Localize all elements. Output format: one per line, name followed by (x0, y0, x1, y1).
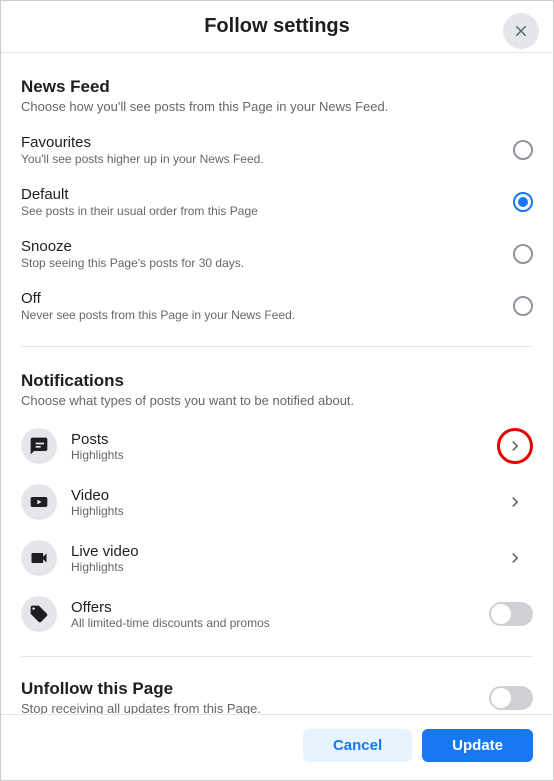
notifications-section: Notifications Choose what types of posts… (21, 347, 533, 657)
news-feed-section: News Feed Choose how you'll see posts fr… (21, 53, 533, 347)
radio-indicator (513, 244, 533, 264)
chevron-right-icon (505, 548, 525, 568)
radio-title: Default (21, 186, 513, 203)
chevron-right-highlighted[interactable] (497, 428, 533, 464)
unfollow-subtitle: Stop receiving all updates from this Pag… (21, 701, 261, 714)
chevron-right-icon (505, 492, 525, 512)
chevron-right[interactable] (497, 540, 533, 576)
notification-item-video[interactable]: Video Highlights (21, 474, 533, 530)
radio-option-favourites[interactable]: Favourites You'll see posts higher up in… (21, 124, 533, 176)
update-button[interactable]: Update (422, 729, 533, 762)
radio-indicator (513, 140, 533, 160)
cancel-button[interactable]: Cancel (303, 729, 412, 762)
radio-desc: See posts in their usual order from this… (21, 204, 513, 218)
news-feed-title: News Feed (21, 77, 533, 97)
chevron-right-icon (505, 436, 525, 456)
radio-title: Snooze (21, 238, 513, 255)
notif-sub: Highlights (71, 448, 497, 462)
notif-title: Video (71, 487, 497, 504)
notif-sub: All limited-time discounts and promos (71, 616, 489, 630)
close-icon (512, 22, 530, 40)
dialog-footer: Cancel Update (1, 714, 553, 780)
unfollow-toggle[interactable] (489, 686, 533, 710)
radio-desc: Stop seeing this Page's posts for 30 day… (21, 256, 513, 270)
toggle-knob (491, 604, 511, 624)
notifications-subtitle: Choose what types of posts you want to b… (21, 393, 533, 408)
notification-item-live-video[interactable]: Live video Highlights (21, 530, 533, 586)
notification-item-posts[interactable]: Posts Highlights (21, 418, 533, 474)
toggle-knob (491, 688, 511, 708)
close-button[interactable] (503, 13, 539, 49)
dialog-title: Follow settings (204, 15, 350, 38)
radio-indicator-selected (513, 192, 533, 212)
radio-option-off[interactable]: Off Never see posts from this Page in yo… (21, 280, 533, 332)
notif-title: Live video (71, 543, 497, 560)
notif-sub: Highlights (71, 504, 497, 518)
notif-sub: Highlights (71, 560, 497, 574)
radio-dot (518, 197, 528, 207)
radio-title: Off (21, 290, 513, 307)
radio-desc: Never see posts from this Page in your N… (21, 308, 513, 322)
radio-indicator (513, 296, 533, 316)
notif-title: Posts (71, 431, 497, 448)
live-video-icon (21, 540, 57, 576)
radio-option-snooze[interactable]: Snooze Stop seeing this Page's posts for… (21, 228, 533, 280)
notifications-title: Notifications (21, 371, 533, 391)
dialog-content: News Feed Choose how you'll see posts fr… (1, 53, 553, 714)
follow-settings-dialog: Follow settings News Feed Choose how you… (1, 1, 553, 780)
posts-icon (21, 428, 57, 464)
notif-title: Offers (71, 599, 489, 616)
video-icon (21, 484, 57, 520)
offers-icon (21, 596, 57, 632)
radio-option-default[interactable]: Default See posts in their usual order f… (21, 176, 533, 228)
radio-desc: You'll see posts higher up in your News … (21, 152, 513, 166)
unfollow-section: Unfollow this Page Stop receiving all up… (21, 657, 533, 714)
radio-title: Favourites (21, 134, 513, 151)
dialog-header: Follow settings (1, 1, 553, 53)
offers-toggle[interactable] (489, 602, 533, 626)
news-feed-subtitle: Choose how you'll see posts from this Pa… (21, 99, 533, 114)
unfollow-title: Unfollow this Page (21, 679, 261, 699)
chevron-right[interactable] (497, 484, 533, 520)
notification-item-offers[interactable]: Offers All limited-time discounts and pr… (21, 586, 533, 642)
